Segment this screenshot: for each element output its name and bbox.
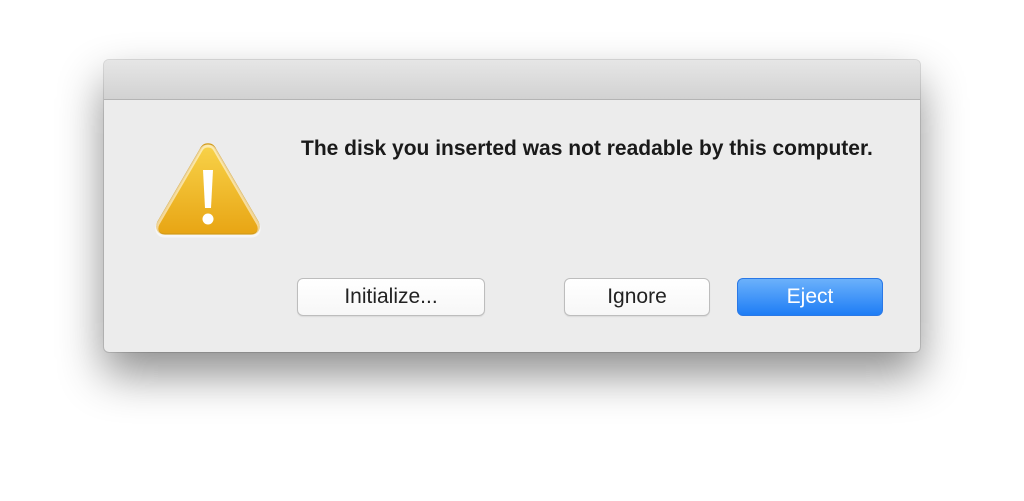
alert-dialog: The disk you inserted was not readable b… xyxy=(104,60,920,352)
initialize-button[interactable]: Initialize... xyxy=(297,278,485,316)
eject-button[interactable]: Eject xyxy=(737,278,883,316)
ignore-button[interactable]: Ignore xyxy=(564,278,710,316)
warning-icon xyxy=(155,143,261,238)
dialog-titlebar[interactable] xyxy=(104,60,920,100)
dialog-message: The disk you inserted was not readable b… xyxy=(301,137,873,160)
screen: The disk you inserted was not readable b… xyxy=(0,0,1024,501)
